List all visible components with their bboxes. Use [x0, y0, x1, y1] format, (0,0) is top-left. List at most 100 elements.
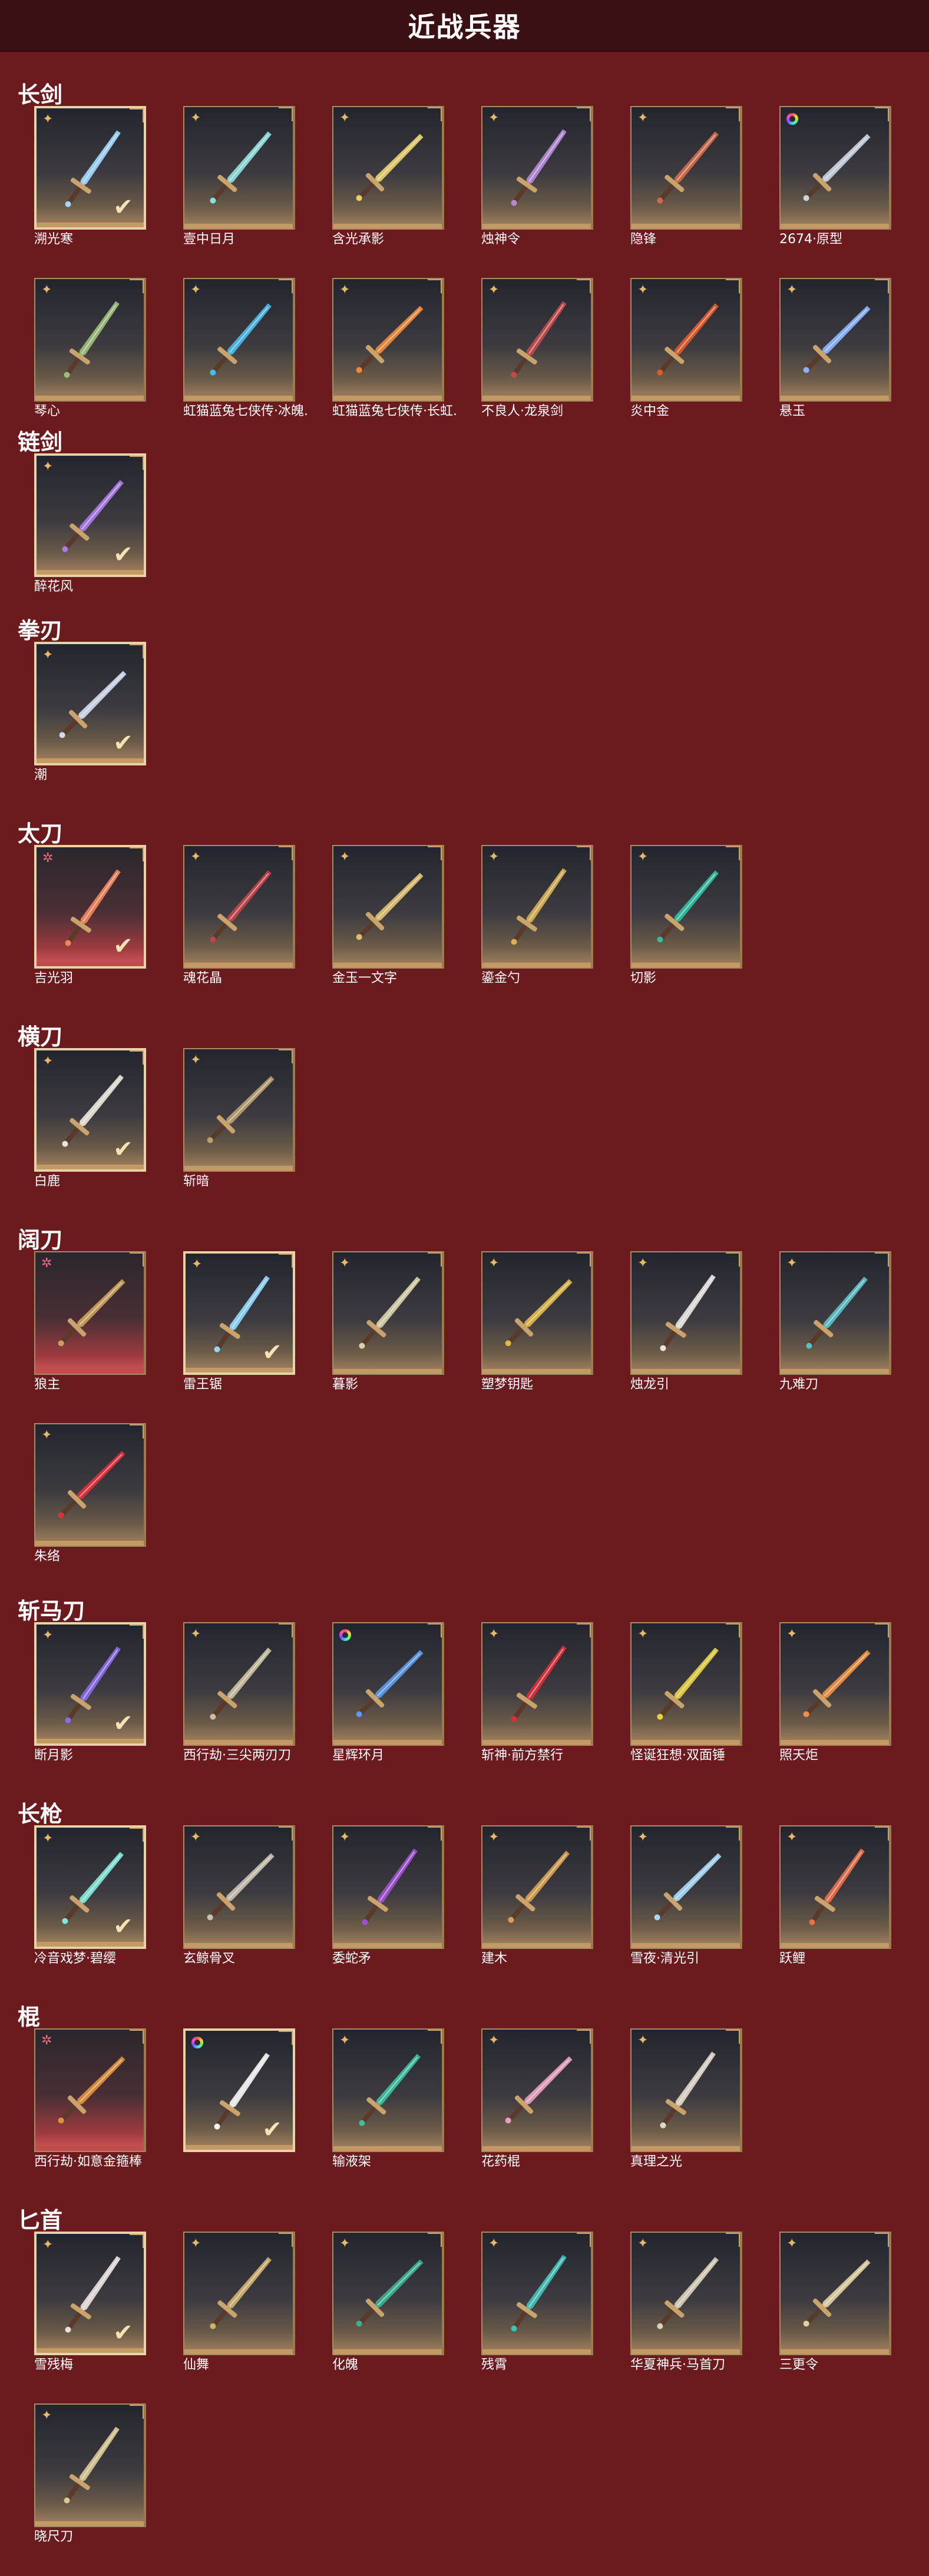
weapon-card[interactable]: ✦ 虹猫蓝兔七侠传·冰魄...: [183, 278, 307, 419]
weapon-card[interactable]: ✦ 斩暗: [183, 1048, 295, 1189]
weapon-card[interactable]: ✦ 鎏金勺: [481, 845, 593, 986]
weapon-card[interactable]: ✦ 花药棍: [481, 2028, 593, 2169]
weapon-card[interactable]: ✦ 烛神令: [481, 106, 593, 247]
weapon-card[interactable]: ✦ 仙舞: [183, 2232, 295, 2372]
weapon-thumbnail[interactable]: ✔: [183, 2028, 295, 2152]
weapon-card[interactable]: ✦ 华夏神兵·马首刀: [630, 2232, 742, 2372]
weapon-thumbnail[interactable]: ✦: [34, 278, 146, 402]
weapon-thumbnail[interactable]: ✦: [183, 106, 295, 230]
weapon-thumbnail[interactable]: ✦: [332, 845, 444, 969]
weapon-thumbnail[interactable]: ✦: [630, 1622, 742, 1746]
weapon-card[interactable]: ✲ ✔ 吉光羽: [34, 845, 146, 986]
weapon-thumbnail[interactable]: ✦: [183, 2232, 295, 2355]
weapon-thumbnail[interactable]: [779, 106, 891, 230]
weapon-thumbnail[interactable]: ✦: [630, 106, 742, 230]
weapon-thumbnail[interactable]: ✦: [481, 1622, 593, 1746]
weapon-thumbnail[interactable]: ✦: [630, 845, 742, 969]
weapon-card[interactable]: ✦ 炎中金: [630, 278, 742, 419]
weapon-thumbnail[interactable]: ✦: [779, 278, 891, 402]
weapon-thumbnail[interactable]: ✦: [630, 2028, 742, 2152]
weapon-card[interactable]: 星辉环月: [332, 1622, 444, 1763]
weapon-thumbnail[interactable]: ✦: [779, 1251, 891, 1375]
weapon-card[interactable]: ✦ 隐锋: [630, 106, 742, 247]
weapon-thumbnail[interactable]: ✦: [332, 1251, 444, 1375]
weapon-thumbnail[interactable]: ✦: [481, 106, 593, 230]
weapon-card[interactable]: ✦ 不良人·龙泉剑: [481, 278, 593, 419]
weapon-thumbnail[interactable]: ✦: [183, 1825, 295, 1949]
weapon-thumbnail[interactable]: ✦: [332, 2232, 444, 2355]
weapon-card[interactable]: 2674·原型: [779, 106, 891, 247]
weapon-thumbnail[interactable]: ✦ ✔: [34, 106, 146, 230]
weapon-thumbnail[interactable]: ✦ ✔: [34, 2232, 146, 2355]
weapon-thumbnail[interactable]: ✦: [34, 2403, 146, 2527]
weapon-card[interactable]: ✦ 壹中日月: [183, 106, 295, 247]
weapon-thumbnail[interactable]: ✦: [481, 1825, 593, 1949]
weapon-thumbnail[interactable]: ✦: [630, 2232, 742, 2355]
weapon-card[interactable]: ✦ 烛龙引: [630, 1251, 742, 1392]
weapon-card[interactable]: ✔: [183, 2028, 295, 2158]
weapon-card[interactable]: ✦ ✔ 雷王锯: [183, 1251, 295, 1392]
weapon-card[interactable]: ✦ ✔ 白鹿: [34, 1048, 146, 1189]
weapon-card[interactable]: ✦ 委蛇矛: [332, 1825, 444, 1966]
weapon-card[interactable]: ✦ ✔ 冷音戏梦·碧缨: [34, 1825, 146, 1966]
weapon-card[interactable]: ✦ 悬玉: [779, 278, 891, 419]
weapon-card[interactable]: ✦ 九难刀: [779, 1251, 891, 1392]
weapon-thumbnail[interactable]: ✦ ✔: [34, 1048, 146, 1172]
weapon-card[interactable]: ✦ 朱络: [34, 1423, 146, 1564]
weapon-card[interactable]: ✦ 化魄: [332, 2232, 444, 2372]
weapon-thumbnail[interactable]: ✲: [34, 1251, 146, 1375]
weapon-card[interactable]: ✦ 真理之光: [630, 2028, 742, 2169]
weapon-thumbnail[interactable]: ✦: [183, 1622, 295, 1746]
weapon-card[interactable]: ✲ 狼主: [34, 1251, 146, 1392]
weapon-thumbnail[interactable]: ✦: [779, 1622, 891, 1746]
weapon-card[interactable]: ✦ 雪夜·清光引: [630, 1825, 742, 1966]
weapon-card[interactable]: ✦ 西行劫·三尖两刃刀: [183, 1622, 295, 1763]
weapon-thumbnail[interactable]: ✲ ✔: [34, 845, 146, 969]
weapon-card[interactable]: ✦ 琴心: [34, 278, 146, 419]
weapon-card[interactable]: ✦ 玄鲸骨叉: [183, 1825, 295, 1966]
weapon-thumbnail[interactable]: ✦ ✔: [34, 1825, 146, 1949]
weapon-card[interactable]: ✦ 虹猫蓝兔七侠传·长虹...: [332, 278, 456, 419]
weapon-card[interactable]: ✦ 含光承影: [332, 106, 444, 247]
weapon-thumbnail[interactable]: ✦ ✔: [34, 453, 146, 577]
weapon-card[interactable]: ✦ 斩神·前方禁行: [481, 1622, 593, 1763]
weapon-card[interactable]: ✦ ✔ 醉花风: [34, 453, 146, 594]
weapon-thumbnail[interactable]: ✦: [481, 845, 593, 969]
weapon-card[interactable]: ✦ 照天炬: [779, 1622, 891, 1763]
weapon-card[interactable]: ✦ 跃鲤: [779, 1825, 891, 1966]
weapon-card[interactable]: ✦ 魂花晶: [183, 845, 295, 986]
weapon-thumbnail[interactable]: ✦: [183, 278, 295, 402]
weapon-card[interactable]: ✦ 残霄: [481, 2232, 593, 2372]
weapon-thumbnail[interactable]: ✦: [779, 2232, 891, 2355]
weapon-thumbnail[interactable]: ✲: [34, 2028, 146, 2152]
weapon-thumbnail[interactable]: ✦: [779, 1825, 891, 1949]
weapon-thumbnail[interactable]: ✦: [481, 2232, 593, 2355]
weapon-thumbnail[interactable]: [332, 1622, 444, 1746]
weapon-card[interactable]: ✦ ✔ 雪残梅: [34, 2232, 146, 2372]
weapon-thumbnail[interactable]: ✦: [183, 845, 295, 969]
weapon-card[interactable]: ✦ 三更令: [779, 2232, 891, 2372]
weapon-card[interactable]: ✦ ✔ 潮: [34, 642, 146, 783]
weapon-thumbnail[interactable]: ✦: [332, 1825, 444, 1949]
weapon-card[interactable]: ✦ 暮影: [332, 1251, 444, 1392]
weapon-card[interactable]: ✦ 怪诞狂想·双面锤: [630, 1622, 742, 1763]
weapon-thumbnail[interactable]: ✦ ✔: [34, 1622, 146, 1746]
weapon-thumbnail[interactable]: ✦: [630, 278, 742, 402]
weapon-thumbnail[interactable]: ✦: [630, 1251, 742, 1375]
weapon-thumbnail[interactable]: ✦: [183, 1048, 295, 1172]
weapon-thumbnail[interactable]: ✦: [481, 278, 593, 402]
weapon-card[interactable]: ✦ 切影: [630, 845, 742, 986]
weapon-thumbnail[interactable]: ✦: [630, 1825, 742, 1949]
weapon-thumbnail[interactable]: ✦: [481, 2028, 593, 2152]
weapon-card[interactable]: ✦ 建木: [481, 1825, 593, 1966]
weapon-card[interactable]: ✦ 晓尺刀: [34, 2403, 146, 2544]
weapon-card[interactable]: ✲ 西行劫·如意金箍棒: [34, 2028, 146, 2169]
weapon-thumbnail[interactable]: ✦ ✔: [183, 1251, 295, 1375]
weapon-card[interactable]: ✦ ✔ 溯光寒: [34, 106, 146, 247]
weapon-thumbnail[interactable]: ✦: [34, 1423, 146, 1547]
weapon-card[interactable]: ✦ 金玉一文字: [332, 845, 444, 986]
weapon-thumbnail[interactable]: ✦: [332, 278, 444, 402]
weapon-card[interactable]: ✦ 塑梦钥匙: [481, 1251, 593, 1392]
weapon-card[interactable]: ✦ ✔ 断月影: [34, 1622, 146, 1763]
weapon-card[interactable]: ✦ 输液架: [332, 2028, 444, 2169]
